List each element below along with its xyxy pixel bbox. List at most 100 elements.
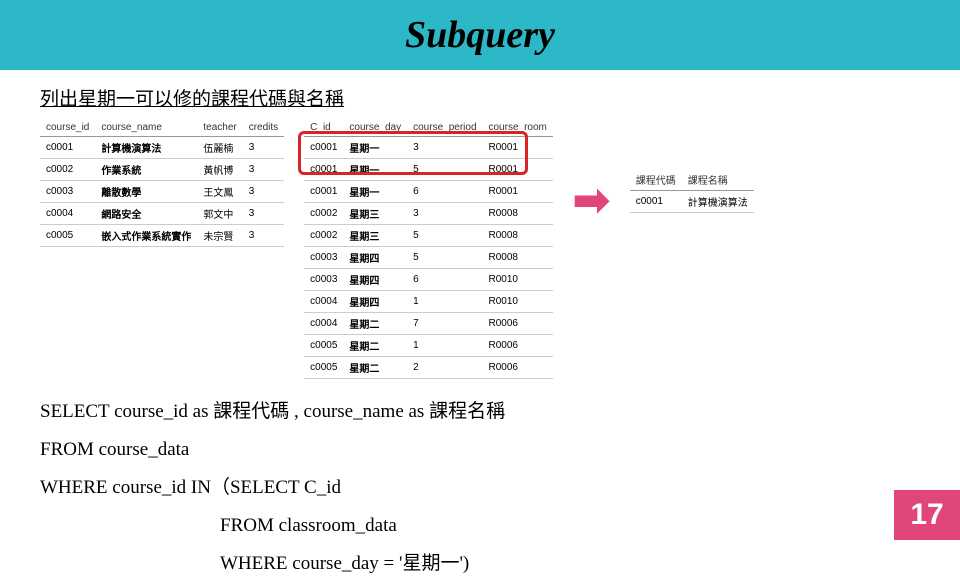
slide-title: Subquery bbox=[405, 13, 555, 57]
table-cell: R0001 bbox=[483, 181, 553, 203]
table-cell: 作業系統 bbox=[95, 159, 197, 181]
sql-line: WHERE course_day = '星期一') bbox=[40, 545, 920, 583]
table-cell: 計算機演算法 bbox=[95, 137, 197, 159]
table-cell: 伍麗楠 bbox=[197, 137, 242, 159]
table-row: c0004星期二7R0006 bbox=[304, 313, 553, 335]
table-cell: c0004 bbox=[304, 291, 343, 313]
table-cell: R0008 bbox=[483, 203, 553, 225]
sql-block: SELECT course_id as 課程代碼 , course_name a… bbox=[40, 393, 920, 583]
table-row: c0004星期四1R0010 bbox=[304, 291, 553, 313]
table-cell: 1 bbox=[407, 291, 482, 313]
table-header-row: course_id course_name teacher credits bbox=[40, 119, 284, 137]
sql-line: SELECT course_id as 課程代碼 , course_name a… bbox=[40, 393, 920, 431]
table-cell: c0002 bbox=[304, 203, 343, 225]
table-cell: 3 bbox=[407, 203, 482, 225]
sql-line: WHERE course_id IN（SELECT C_id bbox=[40, 469, 920, 507]
table-cell: 星期二 bbox=[343, 357, 407, 379]
th: course_id bbox=[40, 119, 95, 137]
table-row: c0004網路安全郭文中3 bbox=[40, 203, 284, 225]
table-cell: 星期二 bbox=[343, 313, 407, 335]
table-cell: c0002 bbox=[304, 225, 343, 247]
table-cell: R0008 bbox=[483, 247, 553, 269]
table-cell: 3 bbox=[243, 137, 284, 159]
th: course_day bbox=[343, 119, 407, 137]
table-cell: c0005 bbox=[304, 335, 343, 357]
table-row: c0003星期四6R0010 bbox=[304, 269, 553, 291]
title-band: Subquery bbox=[0, 0, 960, 70]
table-row: c0005嵌入式作業系統實作未宗賢3 bbox=[40, 225, 284, 247]
table-cell: R0006 bbox=[483, 357, 553, 379]
table-cell: c0003 bbox=[304, 269, 343, 291]
page-number: 17 bbox=[894, 490, 960, 540]
table-cell: 3 bbox=[243, 159, 284, 181]
table-cell: c0004 bbox=[304, 313, 343, 335]
table-cell: 星期三 bbox=[343, 225, 407, 247]
th: credits bbox=[243, 119, 284, 137]
table-row: c0001計算機演算法 bbox=[630, 191, 754, 213]
table-cell: 6 bbox=[407, 181, 482, 203]
arrow-icon: ➡ bbox=[573, 179, 610, 223]
table-cell: R0008 bbox=[483, 225, 553, 247]
table-cell: c0001 bbox=[304, 181, 343, 203]
table-cell: c0005 bbox=[304, 357, 343, 379]
th: 課程代碼 bbox=[630, 169, 682, 191]
table-header-row: C_id course_day course_period course_roo… bbox=[304, 119, 553, 137]
table-row: c0002作業系統黃帆博3 bbox=[40, 159, 284, 181]
table-cell: 星期一 bbox=[343, 181, 407, 203]
table-cell: 離散數學 bbox=[95, 181, 197, 203]
content-area: 列出星期一可以修的課程代碼與名稱 course_id course_name t… bbox=[0, 70, 960, 583]
table-row: c0001星期一5R0001 bbox=[304, 159, 553, 181]
table-cell: c0004 bbox=[40, 203, 95, 225]
table-cell: c0001 bbox=[304, 159, 343, 181]
classroom-table-wrap: C_id course_day course_period course_roo… bbox=[304, 119, 553, 379]
table-cell: 黃帆博 bbox=[197, 159, 242, 181]
course-data-table: course_id course_name teacher credits c0… bbox=[40, 119, 284, 247]
table-row: c0003離散數學王文鳳3 bbox=[40, 181, 284, 203]
table-cell: 未宗賢 bbox=[197, 225, 242, 247]
th: course_room bbox=[483, 119, 553, 137]
table-cell: 計算機演算法 bbox=[682, 191, 754, 213]
table-cell: 7 bbox=[407, 313, 482, 335]
table-cell: R0001 bbox=[483, 137, 553, 159]
table-cell: 5 bbox=[407, 225, 482, 247]
table-cell: R0010 bbox=[483, 291, 553, 313]
result-table: 課程代碼 課程名稱 c0001計算機演算法 bbox=[630, 169, 754, 213]
table-cell: 5 bbox=[407, 159, 482, 181]
table-cell: 1 bbox=[407, 335, 482, 357]
question-text: 列出星期一可以修的課程代碼與名稱 bbox=[40, 84, 920, 111]
tables-area: course_id course_name teacher credits c0… bbox=[40, 119, 920, 379]
table-cell: 王文鳳 bbox=[197, 181, 242, 203]
table-cell: 3 bbox=[243, 181, 284, 203]
table-row: c0003星期四5R0008 bbox=[304, 247, 553, 269]
table-row: c0002星期三3R0008 bbox=[304, 203, 553, 225]
table-row: c0002星期三5R0008 bbox=[304, 225, 553, 247]
table-cell: c0001 bbox=[630, 191, 682, 213]
th: teacher bbox=[197, 119, 242, 137]
table-cell: R0001 bbox=[483, 159, 553, 181]
sql-line: FROM course_data bbox=[40, 431, 920, 469]
table-cell: c0003 bbox=[40, 181, 95, 203]
table-cell: c0002 bbox=[40, 159, 95, 181]
table-cell: 星期四 bbox=[343, 291, 407, 313]
table-header-row: 課程代碼 課程名稱 bbox=[630, 169, 754, 191]
table-cell: 星期一 bbox=[343, 137, 407, 159]
table-cell: 3 bbox=[407, 137, 482, 159]
classroom-data-table: C_id course_day course_period course_roo… bbox=[304, 119, 553, 379]
table-cell: c0001 bbox=[40, 137, 95, 159]
table-cell: 2 bbox=[407, 357, 482, 379]
table-cell: 郭文中 bbox=[197, 203, 242, 225]
table-cell: 星期四 bbox=[343, 269, 407, 291]
table-cell: 5 bbox=[407, 247, 482, 269]
table-cell: 星期四 bbox=[343, 247, 407, 269]
table-row: c0001星期一6R0001 bbox=[304, 181, 553, 203]
table-cell: c0003 bbox=[304, 247, 343, 269]
sql-line: FROM classroom_data bbox=[40, 507, 920, 545]
table-cell: 嵌入式作業系統實作 bbox=[95, 225, 197, 247]
table-cell: 3 bbox=[243, 203, 284, 225]
table-cell: 星期三 bbox=[343, 203, 407, 225]
table-cell: 網路安全 bbox=[95, 203, 197, 225]
table-cell: R0006 bbox=[483, 335, 553, 357]
table-row: c0005星期二1R0006 bbox=[304, 335, 553, 357]
table-row: c0001星期一3R0001 bbox=[304, 137, 553, 159]
table-cell: 6 bbox=[407, 269, 482, 291]
